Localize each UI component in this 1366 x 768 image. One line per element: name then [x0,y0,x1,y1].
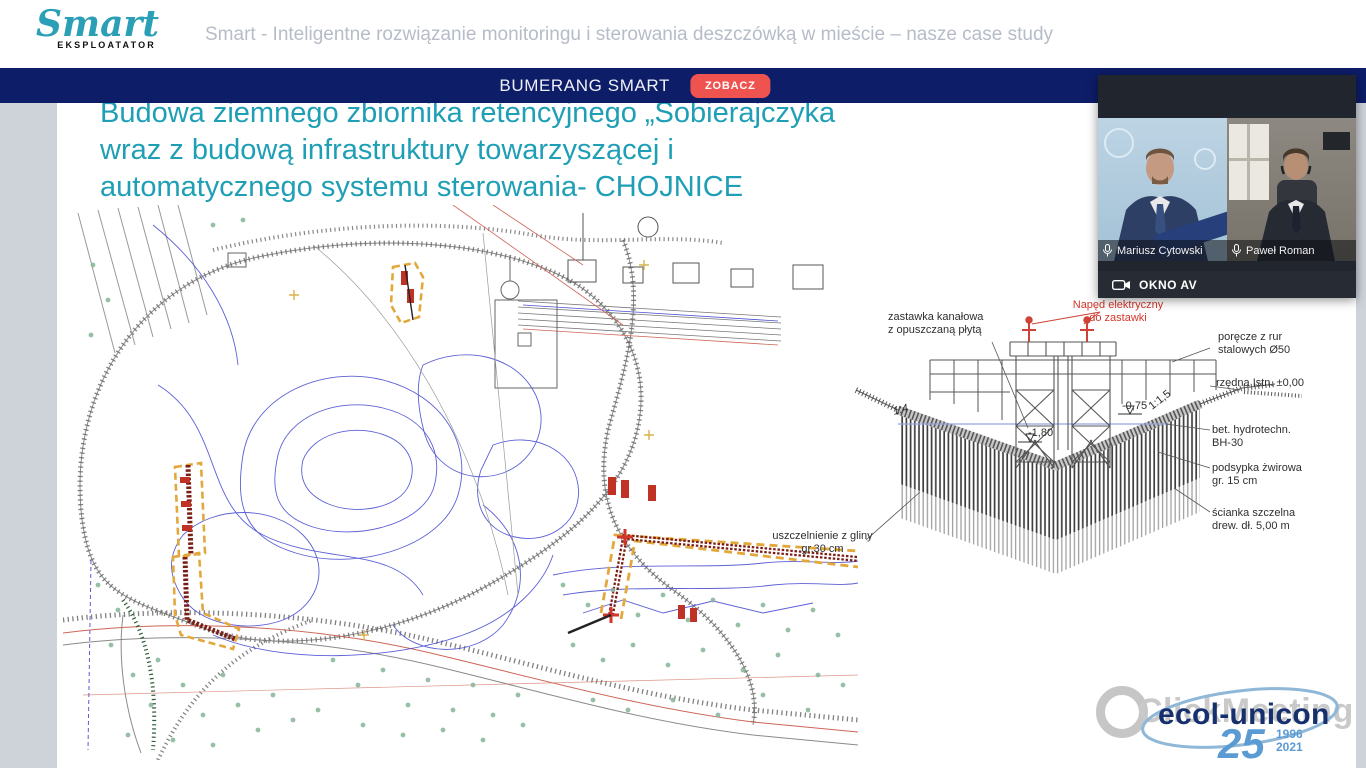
okno-av-label: OKNO AV [1139,278,1197,292]
participant-name-strip: Paweł Roman [1227,240,1356,261]
slide-title: Budowa ziemnego zbiornika retencyjnego „… [100,95,835,206]
microphone-icon [1231,244,1242,257]
webinar-header: Smart EKSPLOATATOR Smart - Inteligentne … [0,0,1366,68]
label-scianka: ścianka szczelna drew. dł. 5,00 m [1212,507,1327,533]
ecol-years: 1996 2021 [1276,728,1303,754]
page-gutter-left [0,103,57,768]
label-podsypka: podsypka żwirowa gr. 15 cm [1212,462,1327,488]
label-naped-elektryczny: Napęd elektryczny do zastawki [1056,299,1180,325]
webinar-title: Smart - Inteligentne rozwiązanie monitor… [205,24,1053,46]
participant-name-strip: Mariusz Cytowski [1098,240,1227,261]
slide-title-line3: automatycznego systemu sterowania- CHOJN… [100,169,835,206]
slide-title-line2: wraz z budową infrastruktury towarzysząc… [100,132,835,169]
av-window[interactable]: Mariusz Cytowski Paweł Roman [1098,75,1356,298]
ecol-unicon-logo: ecol-unicon 25 1996 2021 [1140,684,1350,764]
label-porecze: poręcze z rur stalowych Ø50 [1218,331,1318,357]
backdrop-logo-circle [1104,128,1134,158]
zobacz-button[interactable]: ZOBACZ [690,74,771,98]
label-level-075: -0,75 [1122,400,1147,413]
label-beton: bet. hydrotechn. BH-30 [1212,424,1322,450]
label-level-180: -1,80 [1028,427,1053,440]
ecol-anniversary: 25 [1218,720,1265,768]
label-uszczelnienie: uszczelnienie z gliny gr.30 cm [760,530,885,556]
webcam-row: Mariusz Cytowski Paweł Roman [1098,118,1356,261]
backdrop-window [1229,124,1269,200]
backdrop-monitor [1323,132,1350,150]
smart-eksploatator-logo: Smart EKSPLOATATOR [36,4,156,50]
banner-label: BUMERANG SMART [499,76,670,96]
okno-av-bar[interactable]: OKNO AV [1098,271,1356,298]
ecol-year-to: 2021 [1276,741,1303,754]
webcam-mariusz: Mariusz Cytowski [1098,118,1227,261]
microphone-icon [1102,244,1113,257]
participant-name: Mariusz Cytowski [1117,245,1203,257]
webcam-pawel: Paweł Roman [1227,118,1356,261]
label-rzedna: rzędna Istn. ±0,00 [1216,377,1336,390]
backdrop-logo-circle [1194,148,1216,170]
participant-name: Paweł Roman [1246,245,1314,257]
camera-icon [1112,278,1131,292]
logo-wordmark: Smart [36,4,156,44]
label-zastawka: zastawka kanałowa z opuszczaną płytą [888,311,1008,337]
site-plan-drawing [63,205,858,760]
